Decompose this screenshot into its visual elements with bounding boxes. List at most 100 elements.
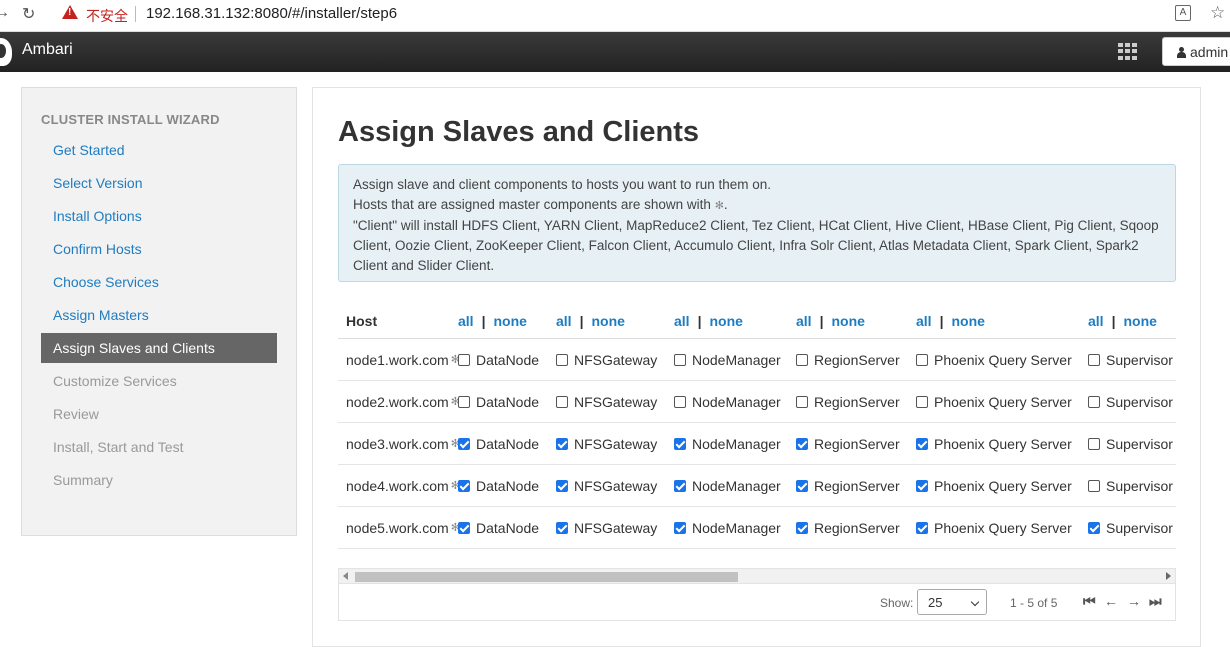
component-cell[interactable]: DataNode — [458, 423, 539, 464]
sidebar-item-select-version[interactable]: Select Version — [41, 168, 277, 198]
prev-page-icon[interactable]: ← — [1104, 593, 1118, 609]
select-all-link[interactable]: all — [556, 313, 572, 329]
address-bar[interactable]: 192.168.31.132:8080/#/installer/step6 — [146, 5, 397, 22]
component-cell[interactable]: Phoenix Query Server — [916, 423, 1072, 464]
last-page-icon[interactable]: ⏭ — [1149, 593, 1162, 610]
select-none-link[interactable]: none — [832, 313, 865, 329]
component-cell[interactable]: NodeManager — [674, 339, 781, 380]
component-checkbox[interactable] — [458, 521, 470, 534]
next-page-icon[interactable]: → — [1127, 593, 1141, 609]
component-cell[interactable]: Supervisor — [1088, 339, 1173, 380]
component-cell[interactable]: Supervisor — [1088, 423, 1173, 464]
select-none-link[interactable]: none — [710, 313, 743, 329]
select-all-link[interactable]: all — [916, 313, 932, 329]
select-all-link[interactable]: all — [458, 313, 474, 329]
component-checkbox[interactable] — [1088, 479, 1100, 492]
warning-icon[interactable] — [62, 5, 78, 19]
host-name: node4.work.com — [346, 477, 449, 494]
component-cell[interactable]: NFSGateway — [556, 339, 657, 380]
component-cell[interactable]: DataNode — [458, 507, 539, 548]
component-checkbox[interactable] — [796, 479, 808, 492]
component-checkbox[interactable] — [916, 353, 928, 366]
sidebar-item-get-started[interactable]: Get Started — [41, 135, 277, 165]
user-menu-button[interactable]: admin — [1162, 37, 1230, 66]
select-none-link[interactable]: none — [592, 313, 625, 329]
bookmark-star-icon[interactable]: ☆ — [1210, 3, 1225, 23]
component-cell[interactable]: NodeManager — [674, 465, 781, 506]
component-checkbox[interactable] — [458, 395, 470, 408]
forward-icon[interactable]: → — [0, 4, 10, 22]
component-checkbox[interactable] — [1088, 437, 1100, 450]
component-cell[interactable]: NFSGateway — [556, 423, 657, 464]
component-checkbox[interactable] — [556, 353, 568, 366]
select-none-link[interactable]: none — [494, 313, 527, 329]
sidebar-item-assign-masters[interactable]: Assign Masters — [41, 300, 277, 330]
component-checkbox[interactable] — [556, 395, 568, 408]
page-size-select[interactable]: 25 — [917, 589, 987, 615]
component-cell[interactable]: Phoenix Query Server — [916, 465, 1072, 506]
component-checkbox[interactable] — [674, 437, 686, 450]
component-checkbox[interactable] — [458, 437, 470, 450]
brand-name[interactable]: Ambari — [22, 41, 73, 59]
component-cell[interactable]: Supervisor — [1088, 507, 1173, 548]
component-cell[interactable]: RegionServer — [796, 381, 900, 422]
scroll-left-icon[interactable] — [343, 572, 348, 580]
sidebar-item-confirm-hosts[interactable]: Confirm Hosts — [41, 234, 277, 264]
component-checkbox[interactable] — [674, 395, 686, 408]
component-cell[interactable]: Phoenix Query Server — [916, 339, 1072, 380]
component-cell[interactable]: RegionServer — [796, 423, 900, 464]
component-checkbox[interactable] — [674, 521, 686, 534]
component-checkbox[interactable] — [556, 479, 568, 492]
component-checkbox[interactable] — [1088, 521, 1100, 534]
translate-icon[interactable]: A — [1175, 5, 1191, 21]
component-cell[interactable]: NFSGateway — [556, 465, 657, 506]
horizontal-scrollbar[interactable] — [338, 568, 1176, 584]
component-cell[interactable]: NFSGateway — [556, 381, 657, 422]
reload-icon[interactable]: ↻ — [22, 4, 35, 24]
component-cell[interactable]: DataNode — [458, 465, 539, 506]
component-cell[interactable]: NFSGateway — [556, 507, 657, 548]
component-checkbox[interactable] — [916, 479, 928, 492]
component-cell[interactable]: Phoenix Query Server — [916, 381, 1072, 422]
select-all-link[interactable]: all — [674, 313, 690, 329]
select-none-link[interactable]: none — [952, 313, 985, 329]
component-cell[interactable]: RegionServer — [796, 507, 900, 548]
component-cell[interactable]: Supervisor — [1088, 381, 1173, 422]
component-checkbox[interactable] — [556, 437, 568, 450]
component-cell[interactable]: NodeManager — [674, 381, 781, 422]
component-checkbox[interactable] — [796, 521, 808, 534]
component-checkbox[interactable] — [796, 353, 808, 366]
select-all-none-datanode: all | none — [458, 304, 527, 338]
component-cell[interactable]: DataNode — [458, 339, 539, 380]
scroll-right-icon[interactable] — [1166, 572, 1171, 580]
component-checkbox[interactable] — [1088, 353, 1100, 366]
component-checkbox[interactable] — [916, 395, 928, 408]
component-cell[interactable]: RegionServer — [796, 465, 900, 506]
component-checkbox[interactable] — [674, 479, 686, 492]
component-cell[interactable]: Phoenix Query Server — [916, 507, 1072, 548]
first-page-icon[interactable]: ⏮ — [1083, 593, 1096, 610]
sidebar-item-choose-services[interactable]: Choose Services — [41, 267, 277, 297]
component-cell[interactable]: NodeManager — [674, 423, 781, 464]
component-checkbox[interactable] — [556, 521, 568, 534]
component-cell[interactable]: DataNode — [458, 381, 539, 422]
insecure-label[interactable]: 不安全 — [86, 6, 128, 26]
sidebar-item-install-options[interactable]: Install Options — [41, 201, 277, 231]
scrollbar-thumb[interactable] — [355, 572, 738, 582]
component-checkbox[interactable] — [674, 353, 686, 366]
component-checkbox[interactable] — [458, 479, 470, 492]
component-checkbox[interactable] — [916, 521, 928, 534]
component-checkbox[interactable] — [796, 437, 808, 450]
select-all-link[interactable]: all — [1088, 313, 1104, 329]
sidebar-item-assign-slaves-and-clients[interactable]: Assign Slaves and Clients — [41, 333, 277, 363]
select-none-link[interactable]: none — [1124, 313, 1157, 329]
component-checkbox[interactable] — [458, 353, 470, 366]
component-checkbox[interactable] — [916, 437, 928, 450]
component-checkbox[interactable] — [796, 395, 808, 408]
component-checkbox[interactable] — [1088, 395, 1100, 408]
component-cell[interactable]: RegionServer — [796, 339, 900, 380]
apps-grid-icon[interactable] — [1118, 43, 1137, 60]
component-cell[interactable]: NodeManager — [674, 507, 781, 548]
component-cell[interactable]: Supervisor — [1088, 465, 1173, 506]
select-all-link[interactable]: all — [796, 313, 812, 329]
